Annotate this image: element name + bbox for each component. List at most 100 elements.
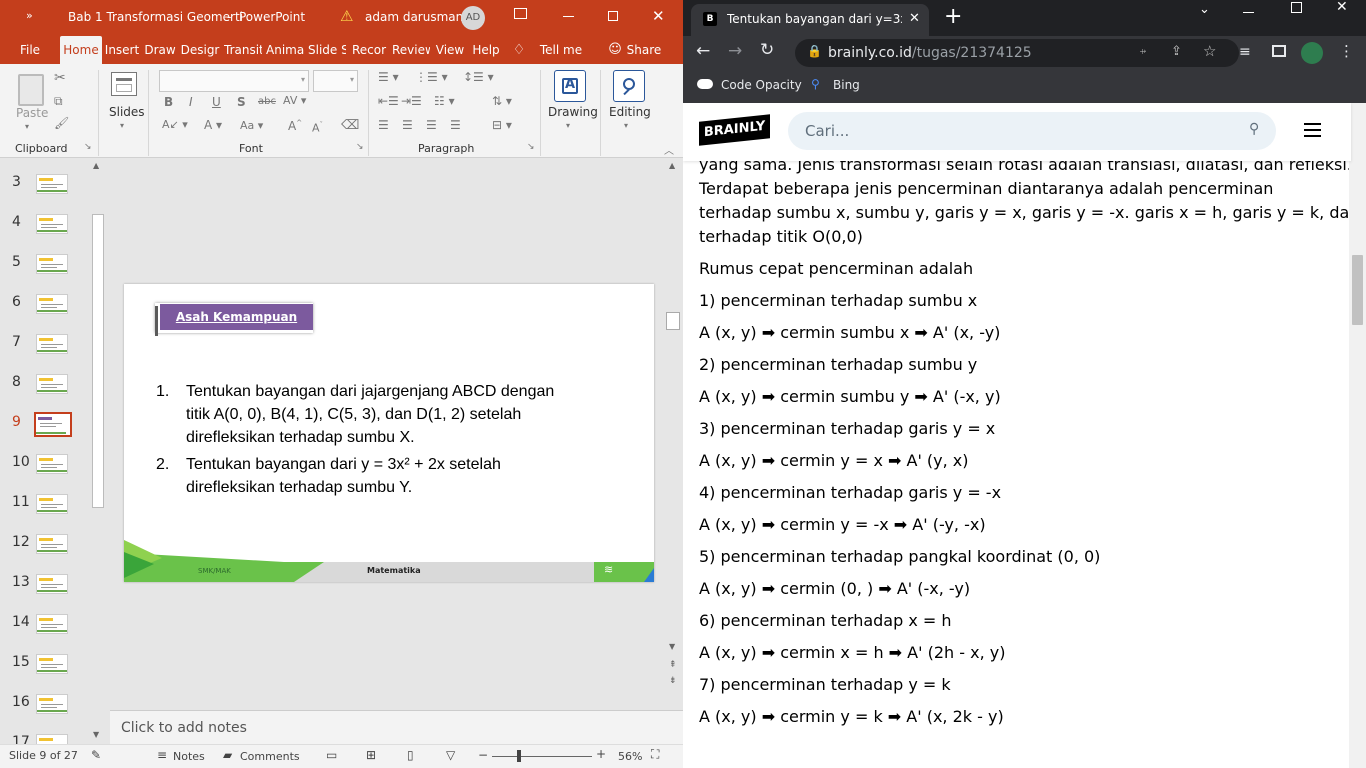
slide-thumbnail-image[interactable] [36, 534, 68, 554]
tab-review[interactable]: Review [392, 36, 430, 64]
slide-thumbnail[interactable]: 15 [0, 654, 90, 694]
new-slide-icon[interactable] [111, 72, 137, 96]
lock-icon[interactable]: 🔒 [807, 44, 822, 58]
slide-thumbnail[interactable]: 13 [0, 574, 90, 614]
comments-button[interactable]: Comments [240, 750, 300, 763]
page-scrollbar-thumb[interactable] [1352, 255, 1363, 325]
slide-thumbnail-image[interactable] [34, 412, 72, 437]
search-input[interactable]: Cari... ⚲ [788, 112, 1276, 150]
underline-icon[interactable]: U [212, 95, 221, 109]
slide-thumbnail-image[interactable] [36, 294, 68, 314]
slide-thumbnail-image[interactable] [36, 494, 68, 514]
tab-animations[interactable]: Anima [266, 36, 304, 64]
slide-thumbnail[interactable]: 4 [0, 214, 90, 254]
avatar[interactable]: AD [461, 6, 485, 30]
tab-search-chevron-icon[interactable]: ⌄ [1199, 2, 1210, 17]
minimize-icon[interactable] [563, 16, 574, 17]
slide-thumbnail-image[interactable] [36, 334, 68, 354]
profile-avatar[interactable] [1301, 42, 1323, 64]
slide-thumbnail[interactable]: 9 [0, 412, 90, 454]
copy-icon[interactable]: ⧉ [54, 94, 63, 109]
bookmark-bing[interactable]: Bing [833, 78, 860, 92]
grow-font-icon[interactable]: A^ [288, 119, 302, 133]
zoom-slider-thumb[interactable] [517, 750, 521, 762]
drawing-label[interactable]: Drawing [548, 105, 598, 119]
shrink-font-icon[interactable]: Aˇ [312, 121, 323, 135]
slide-thumbnail[interactable]: 14 [0, 614, 90, 654]
paste-icon[interactable] [18, 74, 44, 106]
slide-thumbnail-image[interactable] [36, 214, 68, 234]
ribbon-display-icon[interactable] [514, 8, 527, 19]
slide-thumbnail-image[interactable] [36, 654, 68, 674]
align-left-icon[interactable]: ☰ [378, 118, 389, 132]
clipboard-launcher-icon[interactable]: ↘ [84, 142, 92, 152]
side-panel-icon[interactable] [1272, 45, 1286, 57]
italic-icon[interactable]: I [189, 95, 193, 109]
maximize-icon[interactable] [1291, 2, 1302, 13]
numbering-icon[interactable]: ⋮☰ ▾ [415, 70, 448, 84]
tab-close-icon[interactable]: ✕ [909, 11, 920, 26]
increase-indent-icon[interactable]: ⇥☰ [401, 94, 422, 108]
shapes-icon[interactable]: A [554, 70, 586, 102]
justify-icon[interactable]: ☰ [450, 118, 461, 132]
qat-more-icon[interactable]: » [26, 9, 33, 22]
zoom-level[interactable]: 56% [618, 750, 642, 763]
slide-thumbnail[interactable]: 12 [0, 534, 90, 574]
zoom-slider[interactable] [492, 756, 592, 757]
slide-thumbnail-image[interactable] [36, 694, 68, 714]
tab-design[interactable]: Desigr [180, 36, 220, 64]
reading-view-icon[interactable]: ▯ [407, 748, 414, 762]
change-case-icon[interactable]: Aa ▾ [240, 119, 263, 132]
menu-kebab-icon[interactable]: ⋮ [1339, 42, 1354, 60]
minimize-icon[interactable] [1243, 12, 1254, 13]
format-painter-icon[interactable]: 🖌 [54, 116, 69, 130]
editing-chevron-icon[interactable]: ▾ [624, 121, 628, 130]
tab-file[interactable]: File [13, 36, 47, 64]
search-icon[interactable]: ⚲ [1249, 121, 1259, 137]
strikethrough-icon[interactable]: abc [258, 96, 276, 107]
font-launcher-icon[interactable]: ↘ [356, 142, 364, 152]
tab-home[interactable]: Home [60, 36, 102, 64]
slide-thumbnail[interactable]: 16 [0, 694, 90, 734]
notes-icon[interactable]: ≡ [157, 748, 167, 762]
warning-icon[interactable]: ⚠ [340, 7, 353, 25]
spelling-icon[interactable]: ✎ [91, 748, 101, 762]
zoom-in-icon[interactable]: + [596, 747, 606, 761]
share-button[interactable]: Share [626, 36, 662, 64]
tab-view[interactable]: View [434, 36, 466, 64]
notes-placeholder[interactable]: Click to add notes [121, 720, 247, 736]
back-icon[interactable]: ← [696, 41, 710, 61]
char-spacing-icon[interactable]: AV ▾ [283, 94, 306, 107]
media-control-icon[interactable]: ≡ [1239, 44, 1251, 60]
brainly-logo[interactable]: BRAINLY [699, 114, 770, 146]
comments-icon[interactable]: ▰ [223, 748, 232, 762]
tab-record[interactable]: Recor [350, 36, 388, 64]
normal-view-icon[interactable]: ▭ [326, 748, 337, 762]
font-family-select[interactable]: ▾ [159, 70, 309, 92]
slide-sorter-icon[interactable]: ⊞ [366, 748, 376, 762]
shadow-icon[interactable]: S [237, 95, 246, 109]
slide-thumbnail[interactable]: 8 [0, 374, 90, 414]
slide-thumbnail-image[interactable] [36, 614, 68, 634]
bookmark-star-icon[interactable]: ☆ [1203, 42, 1216, 60]
drawing-chevron-icon[interactable]: ▾ [566, 121, 570, 130]
font-color-icon[interactable]: A ▾ [204, 118, 222, 132]
reload-icon[interactable]: ↻ [760, 40, 774, 60]
tab-insert[interactable]: Insert [104, 36, 140, 64]
bold-icon[interactable]: B [164, 95, 173, 109]
close-icon[interactable]: ✕ [1336, 0, 1348, 15]
slide-thumbnail[interactable]: 5 [0, 254, 90, 294]
fit-slide-icon[interactable]: ⛶ [651, 747, 659, 762]
slide-thumbnail[interactable]: 6 [0, 294, 90, 334]
lightbulb-icon[interactable]: ♢ [512, 36, 526, 64]
maximize-icon[interactable] [608, 11, 618, 21]
slide-canvas[interactable]: Asah Kemampuan 1. Tentukan bayangan dari … [124, 284, 654, 582]
paste-chevron-icon[interactable]: ▾ [25, 122, 29, 131]
align-text-icon[interactable]: ⊟ ▾ [492, 118, 512, 132]
align-right-icon[interactable]: ☰ [426, 118, 437, 132]
tab-draw[interactable]: Draw [144, 36, 176, 64]
browser-tab[interactable]: B Tentukan bayangan dari y=3x²+2 ✕ [691, 4, 929, 36]
slides-chevron-icon[interactable]: ▾ [120, 121, 124, 130]
tab-help[interactable]: Help [470, 36, 502, 64]
columns-icon[interactable]: ☷ ▾ [434, 94, 455, 108]
